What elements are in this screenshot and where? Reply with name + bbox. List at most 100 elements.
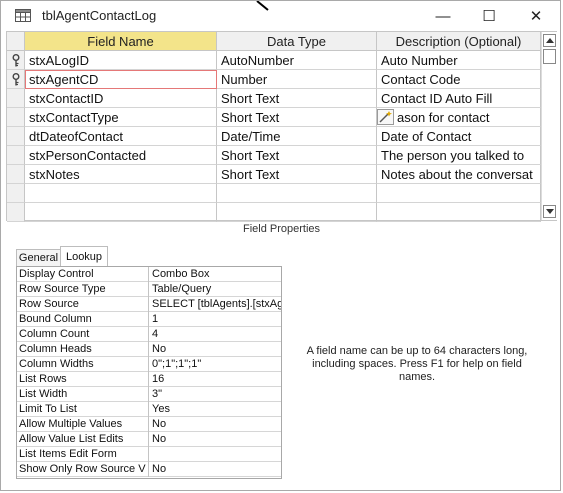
property-value[interactable]: No [150,462,281,477]
description-cell[interactable]: Notes about the conversat [377,165,541,184]
property-value[interactable]: No [150,417,281,432]
tab-general[interactable]: General [16,249,61,267]
table-row[interactable]: stxAgentCD Number Contact Code [7,70,541,89]
field-name-cell[interactable]: dtDateofContact [25,127,217,146]
property-name: Display Control [17,267,149,282]
property-value[interactable]: 4 [150,327,281,342]
field-name-cell[interactable]: stxALogID [25,51,217,70]
scroll-down-button[interactable] [543,205,556,218]
field-name-cell-text: stxContactID [29,91,104,106]
data-type-cell[interactable]: Number [217,70,377,89]
row-selector[interactable] [7,184,25,203]
property-name: List Rows [17,372,149,387]
field-name-cell[interactable]: stxPersonContacted [25,146,217,165]
description-cell[interactable]: Auto Number [377,51,541,70]
description-cell[interactable]: ason for contact [377,108,541,127]
property-value[interactable]: 16 [150,372,281,387]
empty-table-row[interactable] [7,184,541,203]
property-row[interactable]: Allow Value List Edits No [17,432,281,447]
property-value[interactable]: Combo Box [150,267,281,282]
property-row[interactable]: Row Source Type Table/Query [17,282,281,297]
column-header-data-type[interactable]: Data Type [217,32,377,51]
property-row[interactable]: List Items Edit Form [17,447,281,462]
row-selector[interactable] [7,165,25,184]
empty-table-row[interactable] [7,203,541,222]
property-name: Row Source Type [17,282,149,297]
property-value[interactable]: 0";1";1";1" [150,357,281,372]
grid-vertical-scrollbar[interactable] [541,32,557,220]
property-row[interactable]: Column Heads No [17,342,281,357]
property-row[interactable]: Display Control Combo Box [17,267,281,282]
help-text: A field name can be up to 64 characters … [306,345,528,383]
property-value[interactable]: 3" [150,387,281,402]
property-value[interactable] [150,447,281,462]
data-type-cell[interactable]: Short Text [217,108,377,127]
property-value[interactable]: Yes [150,402,281,417]
data-type-cell[interactable]: Short Text [217,146,377,165]
property-value[interactable]: 1 [150,312,281,327]
row-selector[interactable] [7,127,25,146]
property-name: Column Count [17,327,149,342]
property-row[interactable]: Column Count 4 [17,327,281,342]
data-type-cell[interactable]: AutoNumber [217,51,377,70]
grid-corner[interactable] [7,32,25,51]
primary-key-icon [12,73,20,86]
property-value[interactable]: SELECT [tblAgents].[stxAg [150,297,281,312]
property-value[interactable]: Table/Query [150,282,281,297]
table-row[interactable]: stxContactID Short Text Contact ID Auto Fi… [7,89,541,108]
window-title: tblAgentContactLog [42,8,157,23]
column-header-description[interactable]: Description (Optional) [377,32,541,51]
row-selector[interactable] [7,89,25,108]
property-value[interactable]: No [150,342,281,357]
field-name-cell[interactable]: stxAgentCD [25,70,217,89]
table-row[interactable]: stxNotes Short Text Notes about the conver… [7,165,541,184]
scroll-thumb[interactable] [543,49,556,64]
property-row[interactable]: Show Only Row Source V No [17,462,281,477]
close-button[interactable]: ✕ [514,1,558,31]
minimize-button[interactable]: — [421,1,465,31]
row-selector[interactable] [7,51,25,70]
field-name-cell[interactable]: stxContactID [25,89,217,108]
column-header-field-name[interactable]: Field Name [25,32,217,51]
field-name-cell[interactable] [25,203,217,222]
row-selector[interactable] [7,146,25,165]
field-name-cell-text: stxNotes [29,167,80,182]
table-row[interactable]: stxPersonContacted Short Text The person y… [7,146,541,165]
table-row[interactable]: stxContactType Short Text ason for contact [7,108,541,127]
property-row[interactable]: List Rows 16 [17,372,281,387]
description-cell[interactable] [377,203,541,222]
description-cell[interactable]: Contact Code [377,70,541,89]
tab-lookup[interactable]: Lookup [60,246,108,267]
data-type-cell-text: Number [221,72,268,87]
description-cell[interactable]: Date of Contact [377,127,541,146]
field-name-cell[interactable]: stxNotes [25,165,217,184]
title-bar[interactable]: tblAgentContactLog — ☐ ✕ [1,1,560,31]
maximize-button[interactable]: ☐ [467,1,511,31]
description-cell[interactable] [377,184,541,203]
row-selector[interactable] [7,70,25,89]
property-row[interactable]: Limit To List Yes [17,402,281,417]
builder-button[interactable] [377,109,394,125]
property-row[interactable]: Bound Column 1 [17,312,281,327]
field-name-cell[interactable]: stxContactType [25,108,217,127]
data-type-cell[interactable] [217,203,377,222]
field-name-cell[interactable] [25,184,217,203]
property-row[interactable]: Row Source SELECT [tblAgents].[stxAg [17,297,281,312]
property-row[interactable]: List Width 3" [17,387,281,402]
row-selector[interactable] [7,108,25,127]
data-type-cell[interactable]: Short Text [217,89,377,108]
builder-wand-icon [379,111,392,123]
data-type-cell[interactable]: Date/Time [217,127,377,146]
row-selector[interactable] [7,203,25,222]
description-cell[interactable]: Contact ID Auto Fill [377,89,541,108]
property-value[interactable]: No [150,432,281,447]
table-row[interactable]: dtDateofContact Date/Time Date of Contact [7,127,541,146]
data-type-cell[interactable] [217,184,377,203]
data-type-cell[interactable]: Short Text [217,165,377,184]
field-name-cell-text: stxContactType [29,110,119,125]
description-cell[interactable]: The person you talked to [377,146,541,165]
property-row[interactable]: Column Widths 0";1";1";1" [17,357,281,372]
scroll-up-button[interactable] [543,34,556,47]
property-row[interactable]: Allow Multiple Values No [17,417,281,432]
table-row[interactable]: stxALogID AutoNumber Auto Number [7,51,541,70]
